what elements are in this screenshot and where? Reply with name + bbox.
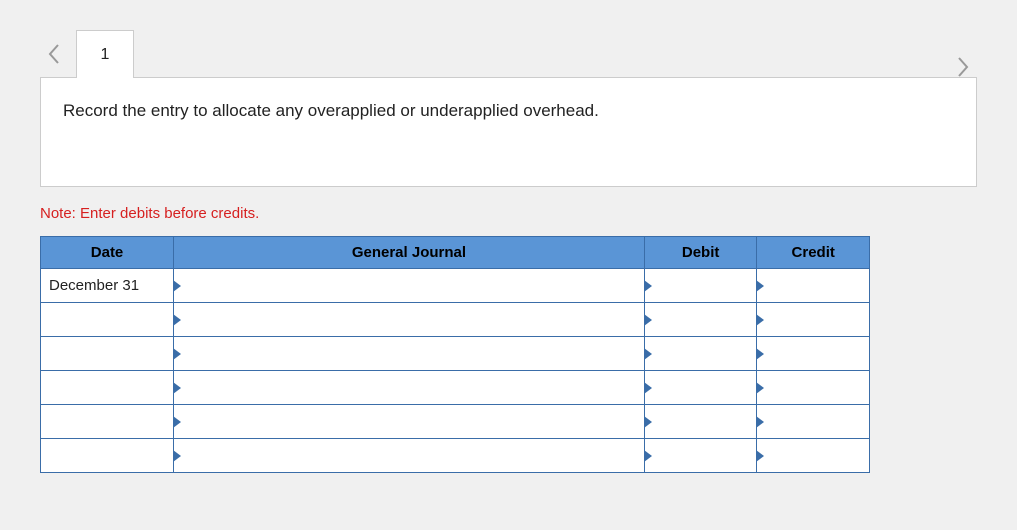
debit-input[interactable] [653,307,749,332]
dropdown-marker-icon [644,348,652,360]
journal-table: Date General Journal Debit Credit Decemb… [40,236,870,473]
cell-date[interactable] [41,303,174,337]
instruction-text: Record the entry to allocate any overapp… [63,101,599,120]
dropdown-marker-icon [173,416,181,428]
credit-input[interactable] [765,375,861,400]
dropdown-marker-icon [644,416,652,428]
dropdown-marker-icon [644,280,652,292]
dropdown-marker-icon [756,450,764,462]
cell-journal[interactable] [174,405,645,439]
credit-input[interactable] [765,273,861,298]
dropdown-marker-icon [756,314,764,326]
table-header-row: Date General Journal Debit Credit [41,237,870,269]
dropdown-marker-icon [173,348,181,360]
tab-1[interactable]: 1 [76,30,134,78]
cell-journal[interactable] [174,439,645,473]
journal-input[interactable] [182,273,636,298]
cell-debit[interactable] [644,405,757,439]
debit-input[interactable] [653,443,749,468]
cell-date[interactable] [41,371,174,405]
cell-debit[interactable] [644,439,757,473]
cell-debit[interactable] [644,371,757,405]
cell-credit[interactable] [757,303,870,337]
table-row [41,303,870,337]
cell-date[interactable] [41,439,174,473]
nav-left-group: 1 [40,30,134,78]
table-row [41,371,870,405]
credit-input[interactable] [765,409,861,434]
cell-debit[interactable] [644,337,757,371]
dropdown-marker-icon [173,450,181,462]
table-row: December 31 [41,269,870,303]
dropdown-marker-icon [756,382,764,394]
cell-journal[interactable] [174,303,645,337]
dropdown-marker-icon [756,416,764,428]
cell-credit[interactable] [757,337,870,371]
dropdown-marker-icon [644,450,652,462]
note-text: Note: Enter debits before credits. [40,205,977,222]
cell-date-value: December 31 [49,277,139,294]
cell-debit[interactable] [644,303,757,337]
dropdown-marker-icon [644,382,652,394]
cell-credit[interactable] [757,371,870,405]
cell-date[interactable] [41,405,174,439]
header-date: Date [41,237,174,269]
tab-nav-row: 1 [40,30,977,78]
dropdown-marker-icon [173,382,181,394]
cell-credit[interactable] [757,405,870,439]
credit-input[interactable] [765,341,861,366]
debit-input[interactable] [653,341,749,366]
debit-input[interactable] [653,375,749,400]
chevron-right-icon[interactable] [949,56,977,78]
header-debit: Debit [644,237,757,269]
dropdown-marker-icon [173,314,181,326]
cell-journal[interactable] [174,269,645,303]
dropdown-marker-icon [644,314,652,326]
cell-date[interactable]: December 31 [41,269,174,303]
journal-input[interactable] [182,443,636,468]
header-credit: Credit [757,237,870,269]
cell-debit[interactable] [644,269,757,303]
cell-credit[interactable] [757,269,870,303]
cell-credit[interactable] [757,439,870,473]
dropdown-marker-icon [756,348,764,360]
header-journal: General Journal [174,237,645,269]
cell-journal[interactable] [174,371,645,405]
chevron-left-icon[interactable] [40,30,68,78]
credit-input[interactable] [765,443,861,468]
table-row [41,337,870,371]
journal-input[interactable] [182,307,636,332]
credit-input[interactable] [765,307,861,332]
table-row [41,439,870,473]
dropdown-marker-icon [756,280,764,292]
journal-input[interactable] [182,375,636,400]
journal-input[interactable] [182,409,636,434]
cell-journal[interactable] [174,337,645,371]
journal-input[interactable] [182,341,636,366]
tab-label: 1 [101,46,110,64]
debit-input[interactable] [653,409,749,434]
table-row [41,405,870,439]
instruction-box: Record the entry to allocate any overapp… [40,77,977,187]
cell-date[interactable] [41,337,174,371]
dropdown-marker-icon [173,280,181,292]
debit-input[interactable] [653,273,749,298]
